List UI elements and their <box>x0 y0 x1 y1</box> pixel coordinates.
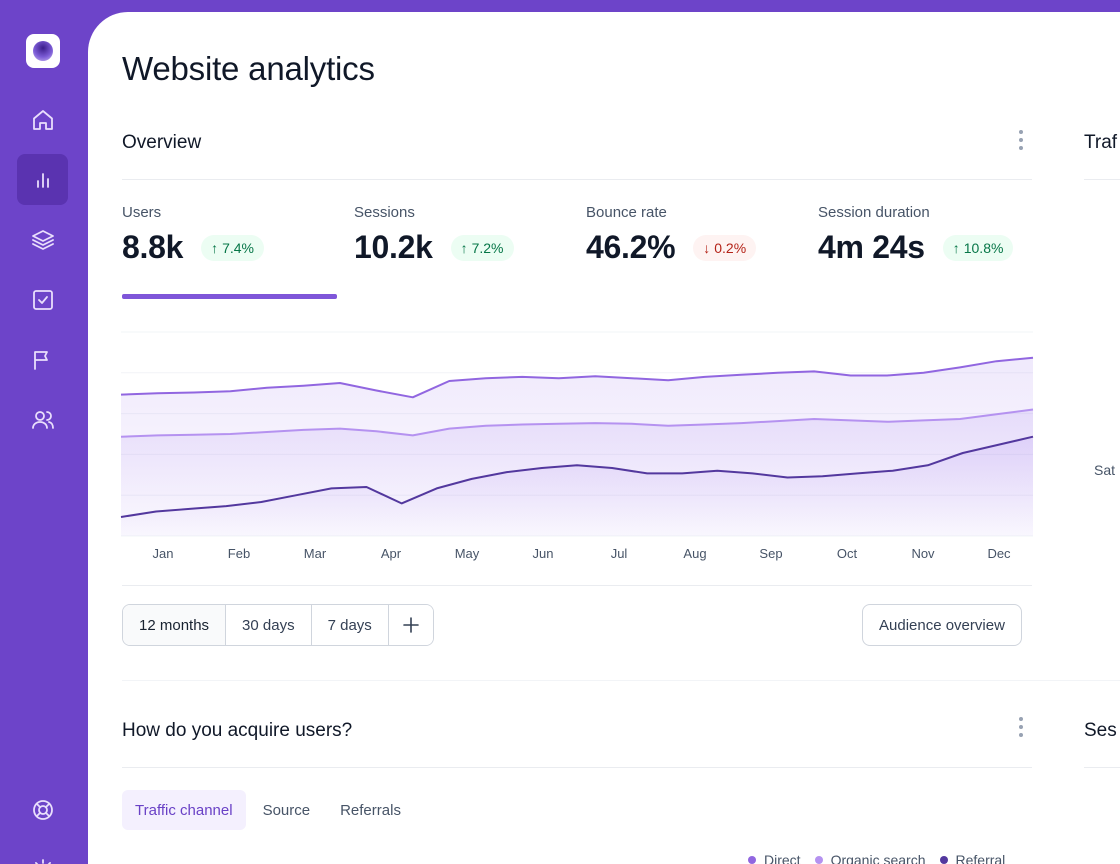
home-icon <box>32 109 53 130</box>
sessions-panel-title: Ses <box>1084 720 1117 741</box>
acquisition-more-icon[interactable] <box>1018 717 1024 737</box>
legend-label: Referral <box>955 852 1006 864</box>
tab-source[interactable]: Source <box>250 790 324 830</box>
legend-item-organic-search: Organic search <box>814 852 926 864</box>
range-30-days-button[interactable]: 30 days <box>226 605 312 645</box>
chart-legend: Direct Organic search Referral <box>748 852 1005 864</box>
sidebar-item-support[interactable] <box>17 784 68 835</box>
tab-traffic-channel[interactable]: Traffic channel <box>122 790 246 830</box>
x-tick-label: Aug <box>683 546 706 561</box>
app-logo[interactable] <box>26 34 60 68</box>
overview-chart: Jan Feb Mar Apr May Jun Jul Aug Sep Oct Nov Dec <box>120 331 1034 561</box>
x-tick-label: Nov <box>911 546 935 561</box>
x-tick-label: Mar <box>304 546 327 561</box>
main-panel: Website analytics Overview Users 8.8k ↑ 7… <box>88 12 1120 864</box>
x-tick-label: Jul <box>611 546 628 561</box>
sidebar-item-tasks[interactable] <box>17 274 68 325</box>
plus-icon <box>402 617 419 633</box>
x-tick-label: Feb <box>228 546 250 561</box>
divider <box>1084 179 1120 180</box>
x-tick-label: Apr <box>381 546 402 561</box>
legend-label: Direct <box>764 852 801 864</box>
life-buoy-icon <box>32 799 53 820</box>
x-tick-label: Sep <box>759 546 782 561</box>
sidebar-item-home[interactable] <box>17 94 68 145</box>
traffic-panel-title: Traf <box>1084 132 1118 153</box>
legend-label: Organic search <box>830 852 926 864</box>
acquisition-tabs: Traffic channel Source Referrals <box>122 790 414 830</box>
x-tick-label: Jun <box>533 546 554 561</box>
sidebar-item-layers[interactable] <box>17 214 68 265</box>
logo-mark <box>33 41 53 61</box>
x-tick-label: Dec <box>987 546 1011 561</box>
users-icon <box>31 410 54 429</box>
legend-item-referral: Referral <box>939 852 1006 864</box>
x-tick-label: Jan <box>153 546 174 561</box>
legend-swatch <box>748 856 756 864</box>
divider <box>122 767 1032 768</box>
sidebar-item-settings[interactable] <box>17 844 68 864</box>
flag-icon <box>33 350 48 370</box>
range-12-months-button[interactable]: 12 months <box>123 605 227 645</box>
bar-chart-icon <box>36 172 49 188</box>
layers-icon <box>31 229 54 250</box>
divider <box>1084 767 1120 768</box>
x-tick-label: May <box>455 546 480 561</box>
audience-overview-button[interactable]: Audience overview <box>862 604 1022 646</box>
check-square-icon <box>32 289 53 310</box>
x-tick-label: Oct <box>837 546 858 561</box>
day-label-sat: Sat <box>1094 462 1116 478</box>
legend-swatch <box>939 856 948 864</box>
divider <box>122 585 1032 586</box>
divider <box>122 680 1120 681</box>
legend-item-direct: Direct <box>748 852 801 864</box>
add-range-button[interactable] <box>388 605 433 645</box>
acquisition-title: How do you acquire users? <box>122 720 353 741</box>
legend-swatch <box>814 856 823 864</box>
sidebar-item-reports[interactable] <box>17 334 68 385</box>
gear-icon <box>34 858 51 864</box>
range-7-days-button[interactable]: 7 days <box>311 605 389 645</box>
date-range-group: 12 months 30 days 7 days <box>122 604 434 646</box>
tab-referrals[interactable]: Referrals <box>327 790 414 830</box>
sidebar-item-users[interactable] <box>17 394 68 445</box>
sidebar <box>0 0 88 864</box>
sidebar-item-analytics[interactable] <box>17 154 68 205</box>
